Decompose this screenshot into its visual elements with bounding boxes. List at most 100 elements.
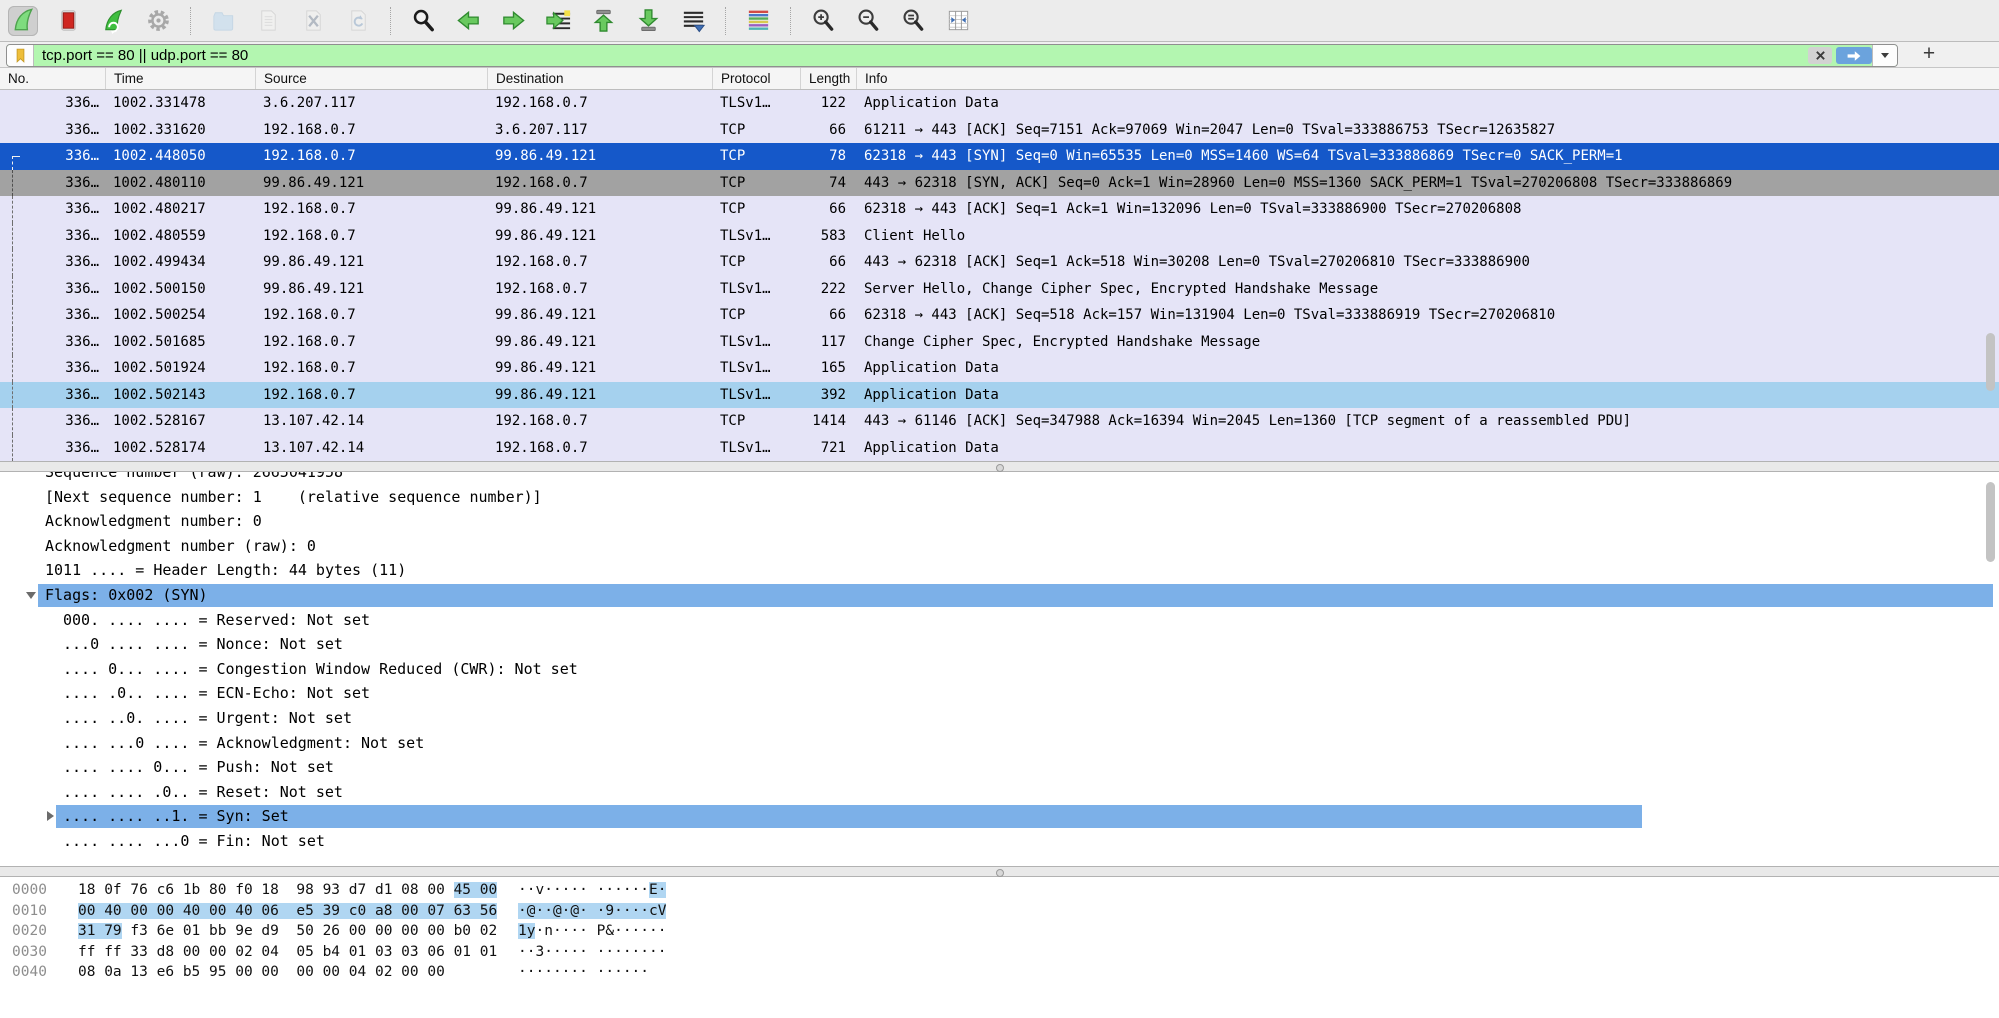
detail-field[interactable]: .... .... .0.. = Reset: Not set: [0, 780, 1999, 805]
auto-scroll-button[interactable]: [678, 6, 708, 36]
detail-field[interactable]: .... .... ...0 = Fin: Not set: [0, 829, 1999, 854]
cell-info: Application Data: [856, 355, 1999, 382]
detail-field[interactable]: .... ...0 .... = Acknowledgment: Not set: [0, 731, 1999, 756]
detail-field[interactable]: .... .... 0... = Push: Not set: [0, 755, 1999, 780]
column-header-destination[interactable]: Destination: [487, 68, 712, 89]
detail-field[interactable]: .... .... ..1. = Syn: Set: [0, 804, 1999, 829]
detail-field[interactable]: .... ..0. .... = Urgent: Not set: [0, 706, 1999, 731]
stop-capture-button[interactable]: [53, 6, 83, 36]
detail-field[interactable]: Acknowledgment number (raw): 0: [0, 534, 1999, 559]
clear-filter-button[interactable]: [1808, 47, 1832, 64]
packet-row[interactable]: 336…1002.52817413.107.42.14192.168.0.7TL…: [0, 435, 1999, 462]
display-filter-input[interactable]: [34, 45, 1808, 66]
hex-ascii: 1y·n···· P&······: [518, 921, 666, 942]
hex-offset: 0020: [12, 921, 52, 942]
hex-row[interactable]: 002031 79 f3 6e 01 bb 9e d9 50 26 00 00 …: [0, 921, 1999, 942]
cell-info: Application Data: [856, 435, 1999, 462]
detail-field-text: [Next sequence number: 1 (relative seque…: [0, 485, 1999, 510]
packet-row[interactable]: 336…1002.480559192.168.0.799.86.49.121TL…: [0, 223, 1999, 250]
column-header-info[interactable]: Info: [856, 68, 1999, 89]
detail-field[interactable]: .... 0... .... = Congestion Window Reduc…: [0, 657, 1999, 682]
cell-dst: 192.168.0.7: [487, 249, 712, 276]
splitter-grip-icon: [996, 464, 1004, 472]
start-capture-button[interactable]: [8, 6, 38, 36]
detail-field[interactable]: ...0 .... .... = Nonce: Not set: [0, 632, 1999, 657]
detail-field[interactable]: 1011 .... = Header Length: 44 bytes (11): [0, 558, 1999, 583]
cell-src: 192.168.0.7: [255, 382, 487, 409]
detail-field[interactable]: 000. .... .... = Reserved: Not set: [0, 608, 1999, 633]
pane-splitter-bottom[interactable]: [0, 866, 1999, 877]
pane-splitter-top[interactable]: [0, 461, 1999, 472]
cell-proto: TCP: [712, 170, 800, 197]
go-back-button[interactable]: [453, 6, 483, 36]
zoom-reset-button[interactable]: [898, 6, 928, 36]
hex-row[interactable]: 0030ff ff 33 d8 00 00 02 04 05 b4 01 03 …: [0, 942, 1999, 963]
detail-field-text: .... .... ...0 = Fin: Not set: [0, 829, 1999, 854]
expand-toggle-icon[interactable]: [47, 811, 54, 821]
packet-row[interactable]: 336…1002.501924192.168.0.799.86.49.121TL…: [0, 355, 1999, 382]
cell-time: 1002.331620: [105, 117, 255, 144]
hex-offset: 0030: [12, 942, 52, 963]
apply-filter-button[interactable]: [1836, 47, 1872, 64]
detail-field[interactable]: Sequence number (raw): 2665041958: [0, 472, 1999, 485]
open-file-icon: [210, 7, 237, 34]
collapse-toggle-icon[interactable]: [26, 592, 36, 599]
column-header-source[interactable]: Source: [255, 68, 487, 89]
restart-capture-button[interactable]: [98, 6, 128, 36]
packet-row[interactable]: 336…1002.480217192.168.0.799.86.49.121TC…: [0, 196, 1999, 223]
hex-row[interactable]: 000018 0f 76 c6 1b 80 f0 18 98 93 d7 d1 …: [0, 880, 1999, 901]
go-to-packet-button[interactable]: [543, 6, 573, 36]
cell-proto: TLSv1…: [712, 435, 800, 462]
zoom-in-button[interactable]: [808, 6, 838, 36]
packet-list-scrollbar[interactable]: [1986, 333, 1995, 391]
column-header-protocol[interactable]: Protocol: [712, 68, 800, 89]
cell-proto: TCP: [712, 408, 800, 435]
packet-row[interactable]: 336…1002.50015099.86.49.121192.168.0.7TL…: [0, 276, 1999, 303]
capture-options-button[interactable]: [143, 6, 173, 36]
packet-row[interactable]: 336…1002.3314783.6.207.117192.168.0.7TLS…: [0, 90, 1999, 117]
go-to-bottom-button[interactable]: [633, 6, 663, 36]
packet-row[interactable]: 336…1002.331620192.168.0.73.6.207.117TCP…: [0, 117, 1999, 144]
hex-row[interactable]: 001000 40 00 00 40 00 40 06 e5 39 c0 a8 …: [0, 901, 1999, 922]
cell-time: 1002.501924: [105, 355, 255, 382]
cell-src: 192.168.0.7: [255, 302, 487, 329]
find-packet-button[interactable]: [408, 6, 438, 36]
cell-info: 62318 → 443 [ACK] Seq=1 Ack=1 Win=132096…: [856, 196, 1999, 223]
go-forward-button[interactable]: [498, 6, 528, 36]
filter-history-dropdown[interactable]: [1872, 45, 1897, 66]
detail-field[interactable]: Flags: 0x002 (SYN): [0, 583, 1999, 608]
cell-info: 61211 → 443 [ACK] Seq=7151 Ack=97069 Win…: [856, 117, 1999, 144]
packet-row[interactable]: 336…1002.502143192.168.0.799.86.49.121TL…: [0, 382, 1999, 409]
go-to-packet-icon: [545, 7, 572, 34]
cell-len: 392: [800, 382, 856, 409]
packet-row[interactable]: 336…1002.48011099.86.49.121192.168.0.7TC…: [0, 170, 1999, 197]
packet-row[interactable]: 336…1002.448050192.168.0.799.86.49.121TC…: [0, 143, 1999, 170]
detail-field-text: .... .... ..1. = Syn: Set: [0, 804, 1999, 829]
column-header-no[interactable]: No.: [0, 68, 105, 89]
packet-row[interactable]: 336…1002.49943499.86.49.121192.168.0.7TC…: [0, 249, 1999, 276]
filter-bookmark-button[interactable]: [7, 45, 34, 66]
detail-field[interactable]: Acknowledgment number: 0: [0, 509, 1999, 534]
packet-row[interactable]: 336…1002.501685192.168.0.799.86.49.121TL…: [0, 329, 1999, 356]
details-scrollbar[interactable]: [1986, 482, 1995, 562]
packet-row[interactable]: 336…1002.52816713.107.42.14192.168.0.7TC…: [0, 408, 1999, 435]
detail-field[interactable]: .... .0.. .... = ECN-Echo: Not set: [0, 681, 1999, 706]
zoom-out-button[interactable]: [853, 6, 883, 36]
resize-columns-icon: [945, 7, 972, 34]
colorize-packets-button[interactable]: [743, 6, 773, 36]
column-header-time[interactable]: Time: [105, 68, 255, 89]
packet-row[interactable]: 336…1002.500254192.168.0.799.86.49.121TC…: [0, 302, 1999, 329]
detail-field-text: Sequence number (raw): 2665041958: [0, 472, 1999, 485]
hex-row[interactable]: 004008 0a 13 e6 b5 95 00 00 00 00 04 02 …: [0, 962, 1999, 983]
hex-bytes: 00 40 00 00 40 00 40 06 e5 39 c0 a8 00 0…: [78, 901, 510, 922]
toolbar-separator: [725, 7, 726, 35]
detail-field[interactable]: [Next sequence number: 1 (relative seque…: [0, 485, 1999, 510]
cell-dst: 192.168.0.7: [487, 435, 712, 462]
toolbar-separator: [190, 7, 191, 35]
add-filter-button[interactable]: +: [1916, 43, 1942, 65]
column-header-length[interactable]: Length: [800, 68, 856, 89]
go-to-top-button[interactable]: [588, 6, 618, 36]
cell-src: 3.6.207.117: [255, 90, 487, 117]
cell-no: 336…: [0, 90, 105, 117]
resize-columns-button[interactable]: [943, 6, 973, 36]
